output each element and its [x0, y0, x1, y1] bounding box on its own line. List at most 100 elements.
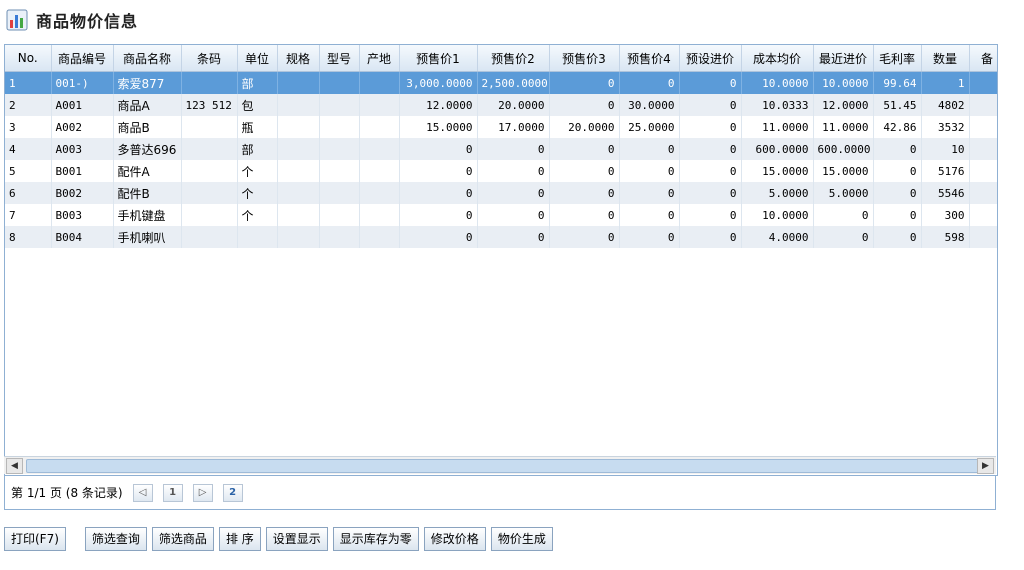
table-cell	[359, 182, 400, 204]
table-cell	[181, 138, 238, 160]
table-cell: 0	[477, 182, 550, 204]
column-header[interactable]: 预设进价	[679, 45, 742, 72]
page-2-button[interactable]: 2	[222, 483, 243, 502]
column-header[interactable]: 预售价1	[399, 45, 478, 72]
column-header[interactable]: 成本均价	[741, 45, 814, 72]
table-cell: 0	[549, 226, 620, 248]
column-header[interactable]: 最近进价	[813, 45, 874, 72]
display-settings-button[interactable]: 设置显示	[265, 527, 328, 551]
table-cell: 0	[873, 226, 922, 248]
table-cell: 部	[237, 138, 278, 160]
table-row[interactable]: 3 A002 商品B 瓶 15.0000 17.0000 20.0000 25.0000 0 11…	[5, 116, 997, 138]
table-cell: 0	[679, 116, 742, 138]
generate-price-button[interactable]: 物价生成	[490, 527, 553, 551]
table-row[interactable]: 8 B004 手机喇叭 0 0 0 0 0 4.0000 0 0 598	[5, 226, 997, 248]
table-cell	[359, 226, 400, 248]
pager-info: 第 1/1 页 (8 条记录)	[11, 486, 123, 500]
table-cell: 3	[5, 116, 52, 138]
column-header[interactable]: 毛利率	[873, 45, 922, 72]
table-cell: 瓶	[237, 116, 278, 138]
column-header[interactable]: 单位	[237, 45, 278, 72]
table-cell: 4802	[921, 94, 970, 116]
column-header[interactable]: 商品编号	[51, 45, 114, 72]
table-cell: 20.0000	[477, 94, 550, 116]
filter-goods-button[interactable]: 筛选商品	[151, 527, 214, 551]
table-cell: B003	[51, 204, 114, 226]
table-row[interactable]: 2 A001 商品A 123 512 包 12.0000 20.0000 0 30.0000 0 1…	[5, 94, 997, 116]
table-cell	[319, 94, 360, 116]
table-cell	[277, 226, 320, 248]
table-cell	[319, 182, 360, 204]
show-zero-stock-button[interactable]: 显示库存为零	[332, 527, 419, 551]
print-button[interactable]: 打印(F7)	[4, 527, 66, 551]
table-cell: 包	[237, 94, 278, 116]
table-cell: 商品A	[113, 94, 182, 116]
column-header[interactable]: 预售价2	[477, 45, 550, 72]
grid-header-row: No. 商品编号 商品名称 条码 单位 规格 型号 产地 预售价1 预售价2 预售价3 预售价4 预设进…	[5, 45, 997, 72]
table-cell: 5.0000	[813, 182, 874, 204]
table-cell: 0	[477, 138, 550, 160]
prev-page-icon[interactable]: ◁	[132, 483, 153, 502]
table-row[interactable]: 4 A003 多普达696 部 0 0 0 0 0 600.0000 600.0000 0 10	[5, 138, 997, 160]
table-cell: 0	[399, 138, 478, 160]
table-cell: 0	[549, 71, 620, 94]
scroll-right-icon[interactable]: ▶	[977, 458, 994, 474]
table-cell: 商品B	[113, 116, 182, 138]
table-cell	[277, 116, 320, 138]
price-grid[interactable]: No. 商品编号 商品名称 条码 单位 规格 型号 产地 预售价1 预售价2 预售价3 预售价4 预设进…	[4, 44, 998, 476]
table-cell: A002	[51, 116, 114, 138]
table-cell: 11.0000	[741, 116, 814, 138]
table-cell: 0	[679, 182, 742, 204]
table-cell: 0	[619, 138, 680, 160]
page-header: 商品物价信息	[6, 6, 138, 34]
table-row[interactable]: 1 001-) 索爱877 部 3,000.0000 2,500.0000 0 0 0 10.00…	[5, 71, 997, 94]
table-cell: 0	[549, 160, 620, 182]
table-cell: 0	[873, 160, 922, 182]
table-cell: 10.0000	[813, 71, 874, 94]
table-cell: 0	[399, 204, 478, 226]
scroll-thumb[interactable]	[26, 459, 983, 473]
column-header[interactable]: 规格	[277, 45, 320, 72]
page-1-button[interactable]: 1	[162, 483, 183, 502]
table-row[interactable]: 5 B001 配件A 个 0 0 0 0 0 15.0000 15.0000 0 5176	[5, 160, 997, 182]
table-cell	[319, 160, 360, 182]
column-header[interactable]: No.	[5, 45, 52, 72]
table-cell	[181, 116, 238, 138]
table-cell	[359, 204, 400, 226]
next-page-icon[interactable]: ▷	[192, 483, 213, 502]
table-cell: 10.0333	[741, 94, 814, 116]
column-header[interactable]: 型号	[319, 45, 360, 72]
table-cell: 0	[399, 226, 478, 248]
table-cell	[359, 71, 400, 94]
table-cell: 部	[237, 71, 278, 94]
table-cell: 0	[477, 226, 550, 248]
column-header[interactable]: 产地	[359, 45, 400, 72]
table-cell	[277, 138, 320, 160]
table-cell	[319, 138, 360, 160]
sort-button[interactable]: 排 序	[218, 527, 261, 551]
table-cell: 0	[619, 226, 680, 248]
table-row[interactable]: 6 B002 配件B 个 0 0 0 0 0 5.0000 5.0000 0 5546	[5, 182, 997, 204]
table-cell: 600.0000	[813, 138, 874, 160]
table-cell: 10.0000	[741, 71, 814, 94]
table-row[interactable]: 7 B003 手机键盘个 0 0 0 0 0 10.0000 0 0 300	[5, 204, 997, 226]
table-cell: 配件A	[113, 160, 182, 182]
table-cell: 30.0000	[619, 94, 680, 116]
column-header[interactable]: 条码	[181, 45, 238, 72]
column-header[interactable]: 商品名称	[113, 45, 182, 72]
table-cell	[181, 160, 238, 182]
column-header[interactable]: 预售价3	[549, 45, 620, 72]
column-header[interactable]: 数量	[921, 45, 970, 72]
table-cell: 001-)	[51, 71, 114, 94]
table-cell	[969, 226, 997, 248]
filter-query-button[interactable]: 筛选查询	[84, 527, 147, 551]
table-cell: 0	[813, 204, 874, 226]
table-cell: 10	[921, 138, 970, 160]
table-cell	[969, 71, 997, 94]
horizontal-scrollbar[interactable]: ◀ ▶	[4, 456, 996, 474]
column-header[interactable]: 预售价4	[619, 45, 680, 72]
column-header[interactable]: 备	[969, 45, 997, 72]
modify-price-button[interactable]: 修改价格	[423, 527, 486, 551]
scroll-left-icon[interactable]: ◀	[6, 458, 23, 474]
table-cell: 0	[549, 182, 620, 204]
